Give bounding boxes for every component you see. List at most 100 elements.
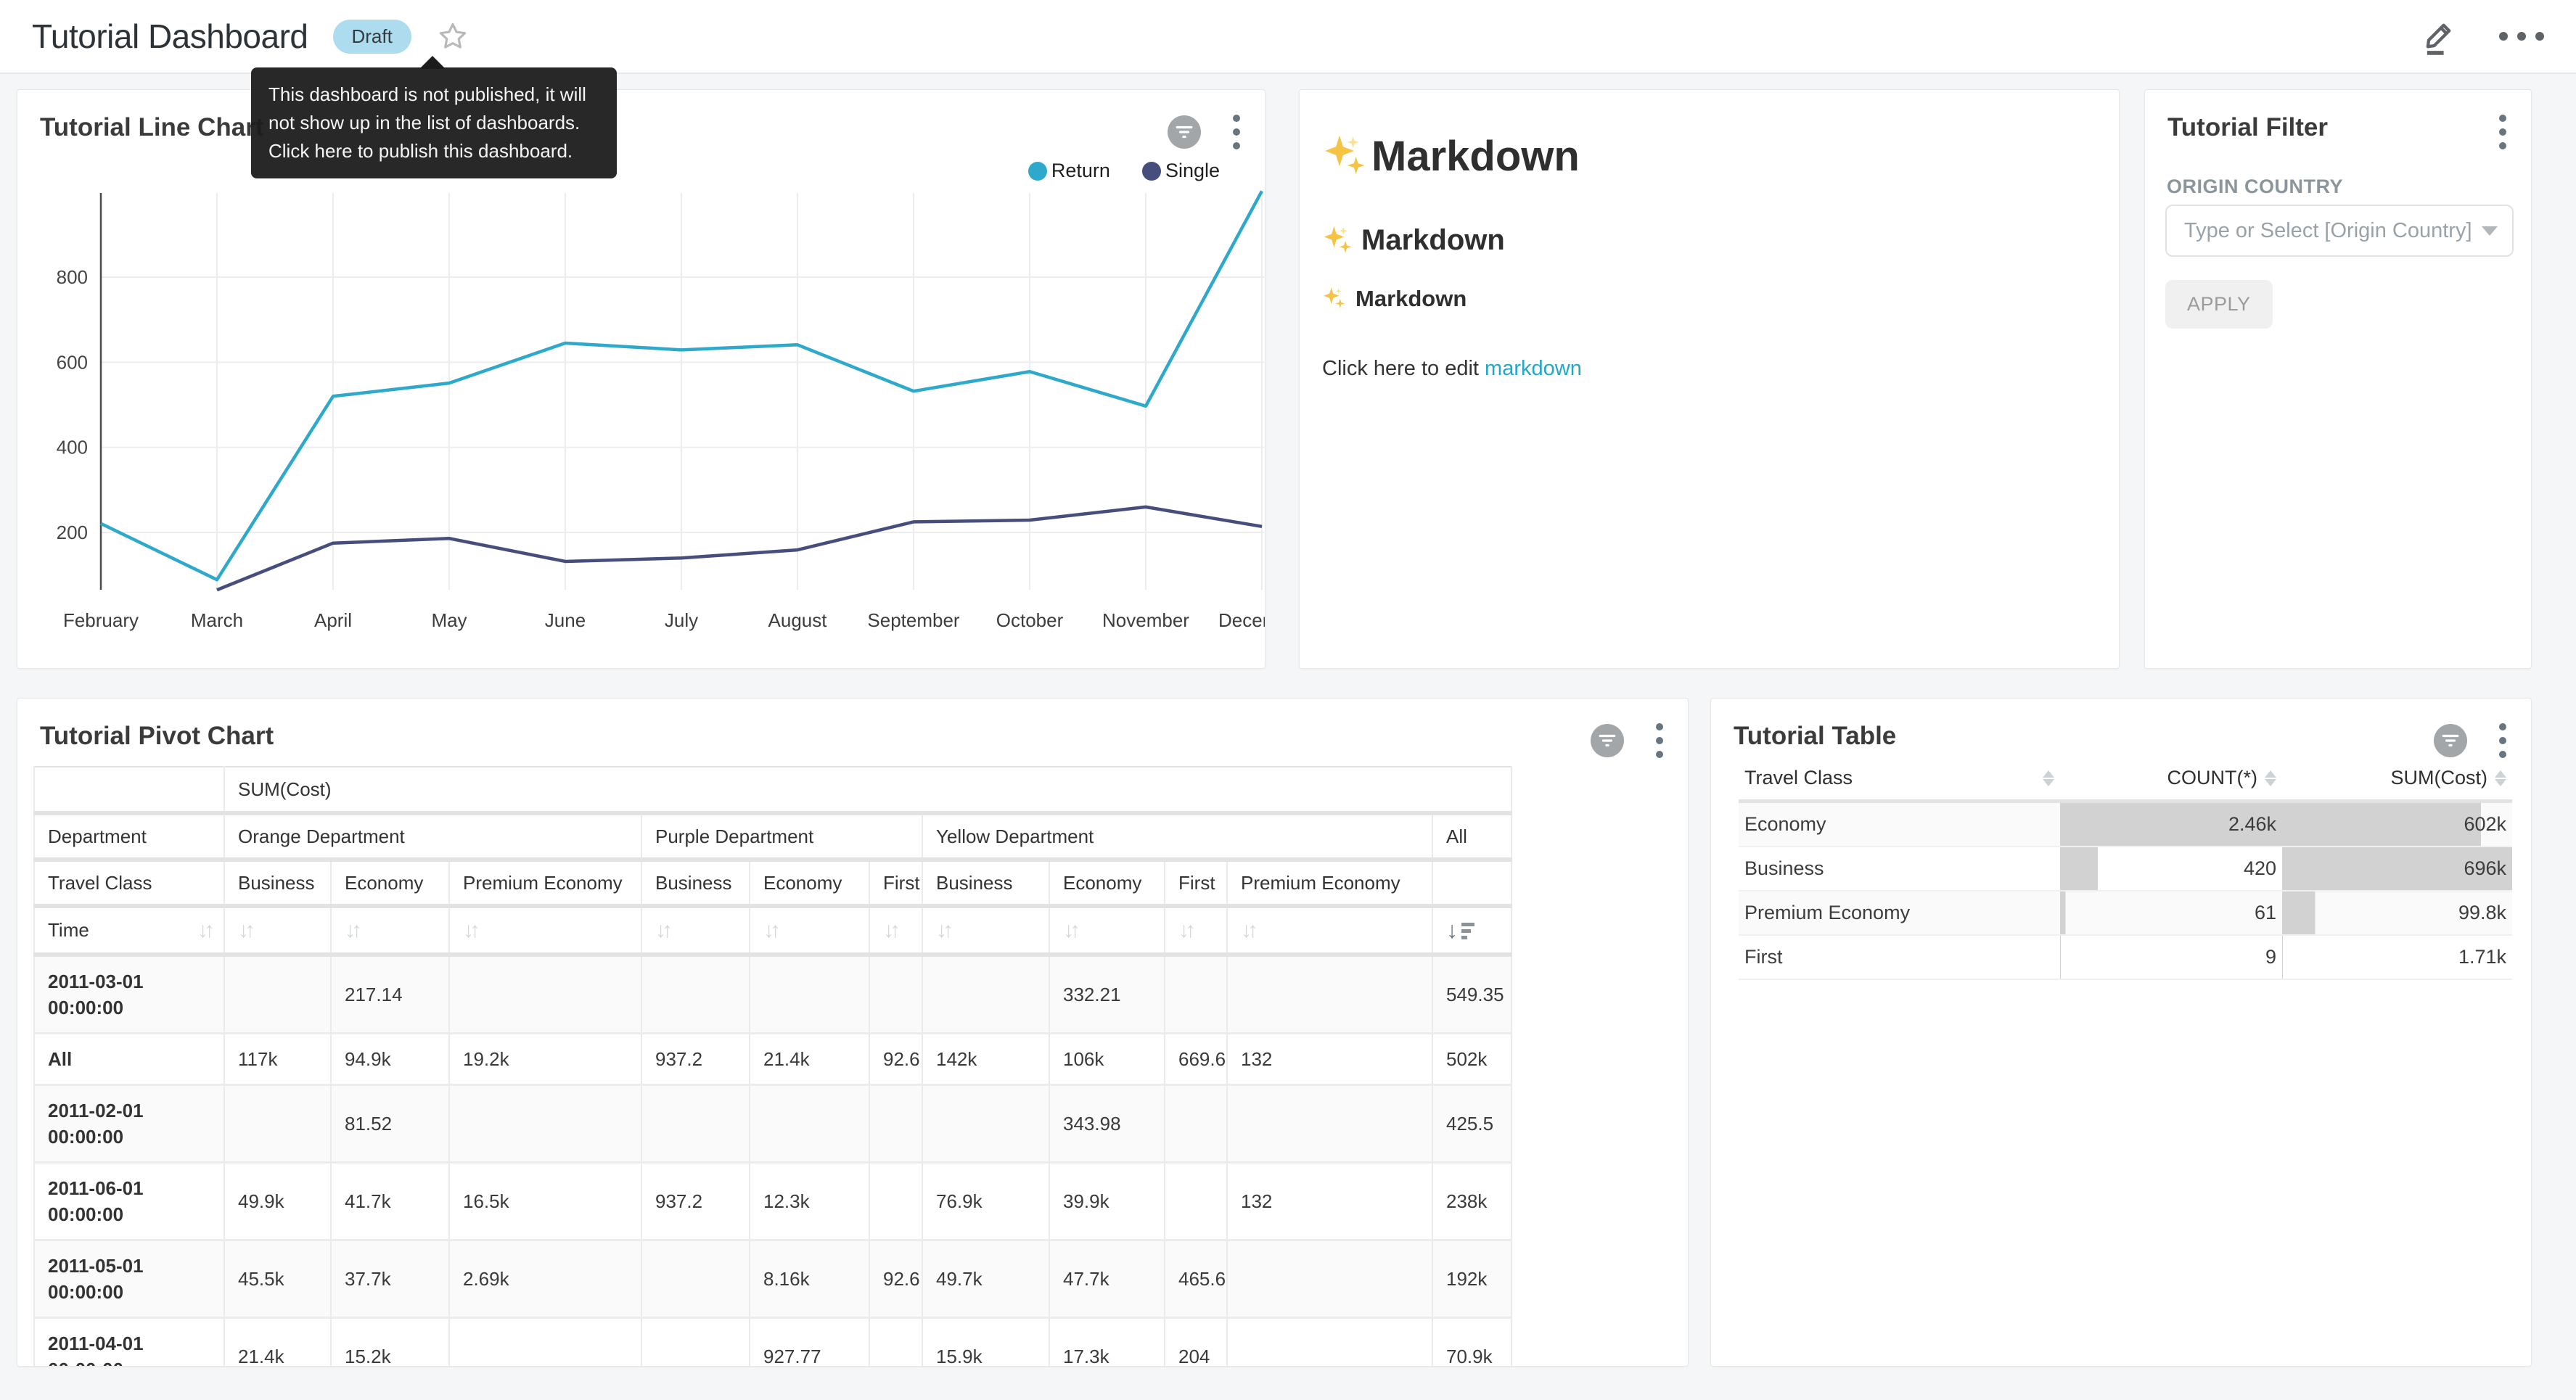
pivot-value-cell: 45.5k [224,1240,331,1318]
pivot-sort-cell[interactable]: ↓ [1432,906,1511,955]
series-line-single [217,507,1262,590]
markdown-h1: Markdown [1322,132,2096,181]
cross-filter-icon[interactable] [2434,724,2467,757]
x-axis-label: July [665,609,698,631]
pivot-data-row: All117k94.9k19.2k937.221.4k92.6142k106k6… [34,1034,1511,1085]
pivot-time-row: Time ↓↑ ↓↑ ↓↑ ↓↑ ↓↑ ↓↑ ↓↑ ↓↑ ↓↑ ↓↑ ↓↑ ↓ [34,906,1511,955]
pivot-value-cell: 12.3k [750,1163,869,1240]
apply-button[interactable]: APPLY [2165,280,2273,329]
pivot-chart-panel: Tutorial Pivot Chart SUM(Cost) [17,698,1689,1367]
sort-icon[interactable]: ↓↑ [883,918,896,942]
pivot-sort-cell[interactable]: ↓↑ [1165,906,1227,955]
pivot-value-cell [922,1085,1049,1163]
chevron-down-icon [2482,226,2498,236]
legend-dot [1142,162,1161,181]
pivot-value-cell: 81.52 [331,1085,449,1163]
sort-icon[interactable]: ↓↑ [1063,918,1076,942]
pivot-value-cell: 549.35 [1432,955,1511,1034]
sparkles-icon [1322,225,1354,257]
sort-icon[interactable]: ↓↑ [936,918,949,942]
sort-icon[interactable]: ↓↑ [655,918,668,942]
favorite-star-icon[interactable] [438,21,468,52]
cell-travel-class: Business [1739,847,2060,891]
table-menu-icon[interactable] [2496,720,2509,761]
column-header-sum-cost[interactable]: SUM(Cost) [2282,759,2512,802]
pivot-sort-cell[interactable]: ↓↑ [224,906,331,955]
pivot-value-cell [1227,1085,1432,1163]
pivot-value-cell [1227,1318,1432,1367]
pivot-value-cell [869,1163,922,1240]
pivot-value-cell [449,1085,641,1163]
more-options-icon[interactable] [2499,32,2544,41]
pivot-chart-menu-icon[interactable] [1653,720,1666,761]
pivot-sort-cell[interactable]: ↓↑ [331,906,449,955]
pivot-sort-cell[interactable]: ↓↑ [641,906,750,955]
pivot-value-cell [869,955,922,1034]
filter-panel-title: Tutorial Filter [2167,113,2328,142]
pivot-value-cell: 21.4k [750,1034,869,1085]
cross-filter-icon[interactable] [1591,724,1624,757]
markdown-h2: Markdown [1322,224,2096,257]
pivot-corner-cell [34,767,224,813]
column-header-travel-class[interactable]: Travel Class [1739,759,2060,802]
sort-icon[interactable]: ↓↑ [463,918,476,942]
pivot-value-cell: 21.4k [224,1318,331,1367]
sort-icon[interactable]: ↓↑ [1241,918,1254,942]
sort-icon[interactable]: ↓↑ [763,918,776,942]
edit-markdown-link[interactable]: markdown [1485,357,1582,380]
pivot-value-cell [1227,955,1432,1034]
pivot-data-row: 2011-04-01 00:00:0021.4k15.2k927.7715.9k… [34,1318,1511,1367]
pivot-sort-cell[interactable]: ↓↑ [1227,906,1432,955]
sort-icon [2495,770,2506,786]
pivot-value-cell [449,1318,641,1367]
pivot-value-cell: 92.6 [869,1240,922,1318]
filter-panel: Tutorial Filter ORIGIN COUNTRY Type or S… [2144,89,2532,669]
legend-item-return[interactable]: Return [1028,160,1110,182]
pivot-value-cell: 19.2k [449,1034,641,1085]
column-header-count[interactable]: COUNT(*) [2060,759,2282,802]
pivot-sort-cell[interactable]: ↓↑ [869,906,922,955]
pivot-value-cell [224,1085,331,1163]
cell-sum-cost: 99.8k [2282,891,2512,935]
sort-icon[interactable]: ↓↑ [197,918,210,943]
pivot-sort-cell[interactable]: ↓↑ [449,906,641,955]
pivot-group-header: All [1432,813,1511,860]
filter-panel-menu-icon[interactable] [2496,112,2509,152]
pivot-department-label: Department [34,813,224,860]
pivot-sort-cell[interactable]: ↓↑ [922,906,1049,955]
page-title: Tutorial Dashboard [32,17,308,56]
y-axis-tick: 200 [57,522,88,543]
pivot-value-cell [641,1085,750,1163]
pivot-time-label-cell: Time ↓↑ [34,906,224,955]
pivot-value-cell: 41.7k [331,1163,449,1240]
x-axis-label: November [1102,609,1189,631]
x-axis-label: December [1218,609,1266,631]
pivot-sort-cell[interactable]: ↓↑ [1049,906,1165,955]
markdown-h3: Markdown [1322,286,2096,312]
sort-descending-icon[interactable]: ↓ [1446,917,1474,944]
pivot-value-cell: 17.3k [1049,1318,1165,1367]
draft-badge[interactable]: Draft [333,20,411,54]
y-axis-tick: 800 [57,266,88,288]
pivot-column-header: Business [224,860,331,906]
pivot-data-row: 2011-05-01 00:00:0045.5k37.7k2.69k8.16k9… [34,1240,1511,1318]
sort-icon[interactable]: ↓↑ [238,918,251,942]
cell-count: 9 [2060,935,2282,979]
pivot-value-cell: 76.9k [922,1163,1049,1240]
pivot-value-cell: 132 [1227,1163,1432,1240]
table-row: First91.71k [1739,935,2512,979]
pivot-value-cell: 192k [1432,1240,1511,1318]
unpublished-tooltip: This dashboard is not published, it will… [251,67,617,178]
origin-country-select[interactable]: Type or Select [Origin Country] [2165,205,2514,257]
pivot-value-cell: 47.7k [1049,1240,1165,1318]
pivot-value-cell [1165,1163,1227,1240]
pivot-row-label: 2011-05-01 00:00:00 [34,1240,224,1318]
sort-icon[interactable]: ↓↑ [1178,918,1191,942]
legend-item-single[interactable]: Single [1142,160,1220,182]
pivot-sort-cell[interactable]: ↓↑ [750,906,869,955]
pivot-value-cell: 217.14 [331,955,449,1034]
edit-dashboard-icon[interactable] [2419,15,2457,57]
pivot-data-row: 2011-06-01 00:00:0049.9k41.7k16.5k937.21… [34,1163,1511,1240]
sort-icon[interactable]: ↓↑ [345,918,358,942]
pivot-value-cell: 465.6 [1165,1240,1227,1318]
